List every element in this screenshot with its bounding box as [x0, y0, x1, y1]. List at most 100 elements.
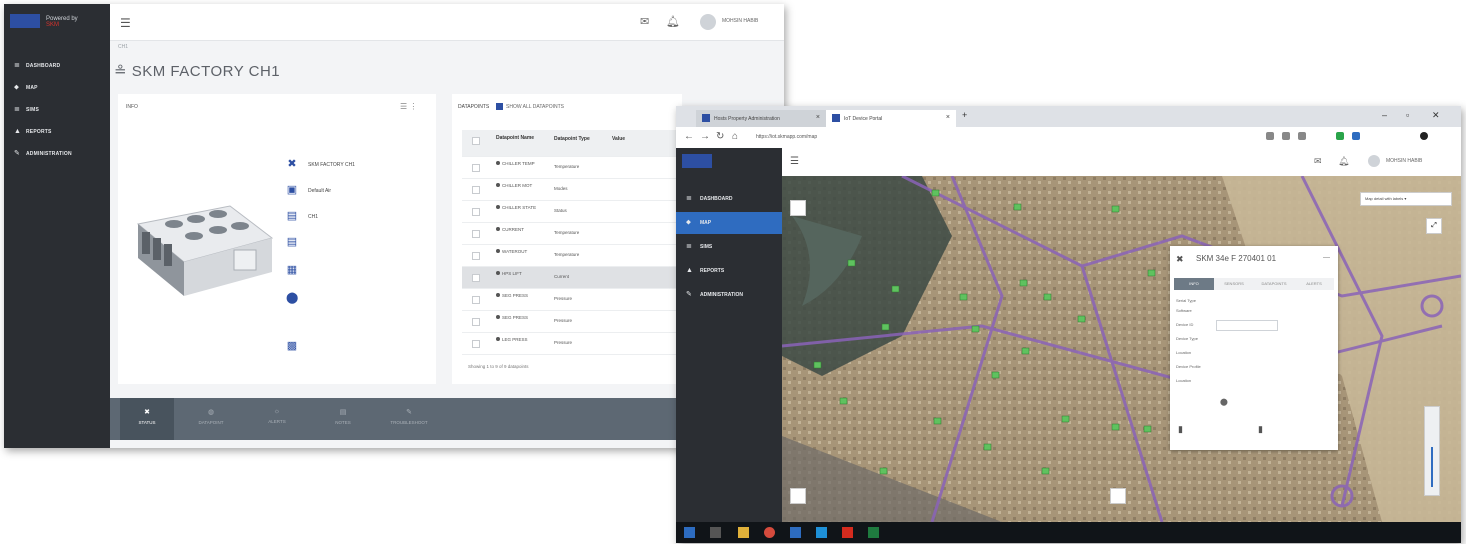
table-row[interactable]: WATEROUT Temperature — [462, 245, 682, 267]
file-explorer-icon[interactable] — [738, 527, 749, 538]
fullscreen-icon[interactable]: ⤢ — [1426, 218, 1442, 234]
extension-icon[interactable] — [1266, 132, 1274, 140]
popup-tab-sensors[interactable]: SENSORS — [1214, 278, 1254, 290]
sensor-card: ▮ — [1178, 420, 1244, 442]
nav-map[interactable]: ⬥ MAP — [676, 212, 782, 234]
back-icon[interactable]: ← — [684, 131, 694, 142]
chrome-icon[interactable] — [764, 527, 775, 538]
url-input[interactable]: https://iot.skmapp.com/map — [756, 134, 817, 140]
table-row-selected[interactable]: HPS LIFT Current — [462, 267, 682, 289]
tab-datapoint[interactable]: ◍ DATAPOINT — [184, 398, 238, 440]
nav-map[interactable]: ⬥ MAP — [4, 78, 110, 98]
satellite-map[interactable]: Map detail with labels ▾ ⤢ ✖ SKM 34e F 2… — [782, 176, 1461, 522]
row-checkbox[interactable] — [472, 296, 480, 304]
map-icon: ⬥ — [686, 219, 691, 226]
map-type-select[interactable]: Map detail with labels ▾ — [1360, 192, 1452, 206]
bell-icon[interactable]: 🔔︎ — [1338, 156, 1349, 167]
close-tab-icon[interactable]: × — [946, 114, 950, 121]
table-row[interactable]: CHILLER TEMP Temperature — [462, 157, 682, 179]
popup-row: Location — [1176, 350, 1192, 355]
task-view-icon[interactable] — [710, 527, 721, 538]
table-row[interactable]: LEG PRESS Pressure — [462, 333, 682, 355]
menu-icon[interactable]: ☰ — [120, 16, 131, 30]
popup-close-icon[interactable]: — — [1323, 254, 1330, 261]
avatar[interactable] — [1368, 155, 1380, 167]
browser-chrome: Hosts Property Administration × IoT Devic… — [676, 106, 1461, 148]
info-card-header: INFO — [126, 104, 138, 110]
device-icon: ✖ — [1176, 254, 1184, 264]
map-layers-icon[interactable] — [790, 200, 806, 216]
row-checkbox[interactable] — [472, 208, 480, 216]
nav-administration[interactable]: ✎ ADMINISTRATION — [4, 144, 110, 164]
reports-icon: ▲ — [14, 128, 22, 135]
favicon-icon — [832, 114, 840, 122]
row-checkbox[interactable] — [472, 230, 480, 238]
extension-icon[interactable] — [1352, 132, 1360, 140]
page-title: ≗ SKM FACTORY CH1 — [114, 63, 281, 80]
profile-icon[interactable] — [1420, 132, 1428, 140]
reload-icon[interactable]: ↻ — [716, 131, 724, 142]
show-all-checkbox[interactable] — [496, 103, 503, 110]
nav-reports[interactable]: ▲ REPORTS — [4, 122, 110, 142]
extension-icon[interactable] — [1298, 132, 1306, 140]
row-checkbox[interactable] — [472, 274, 480, 282]
menu-icon[interactable]: ☰ — [790, 156, 799, 167]
close-window-icon[interactable]: ✕ — [1432, 110, 1440, 121]
outlook-icon[interactable] — [790, 527, 801, 538]
popup-title: SKM 34e F 270401 01 — [1196, 254, 1277, 263]
edge-icon[interactable] — [816, 527, 827, 538]
acrobat-icon[interactable] — [842, 527, 853, 538]
location-pin-icon[interactable]: ⬤ — [1220, 398, 1228, 406]
mail-icon[interactable]: ✉ — [1314, 156, 1322, 167]
row-checkbox[interactable] — [472, 186, 480, 194]
table-row[interactable]: SEG PRESS Pressure — [462, 311, 682, 333]
tab-status[interactable]: ✖ STATUS — [120, 398, 174, 440]
table-row[interactable]: SEG PRESS Pressure — [462, 289, 682, 311]
start-icon[interactable] — [684, 527, 695, 538]
table-footer: Showing 1 to 9 of 9 datapoints — [468, 364, 529, 369]
select-all-checkbox[interactable] — [472, 137, 480, 145]
zoom-slider[interactable] — [1424, 406, 1440, 496]
table-row[interactable]: CHILLER MOT Modes — [462, 179, 682, 201]
mail-icon[interactable]: ✉ — [640, 15, 649, 28]
bell-icon[interactable]: 🔔︎ — [666, 15, 680, 28]
popup-tab-info[interactable]: INFO — [1174, 278, 1214, 290]
popup-tab-alerts[interactable]: ALERTS — [1294, 278, 1334, 290]
extension-icon[interactable] — [1336, 132, 1344, 140]
table-row[interactable]: CURRENT Temperature — [462, 223, 682, 245]
nav-dashboard[interactable]: ≣ DASHBOARD — [4, 56, 110, 76]
nav-reports[interactable]: ▲ REPORTS — [676, 260, 782, 282]
forward-icon[interactable]: → — [700, 131, 710, 142]
new-tab-icon[interactable]: + — [962, 110, 967, 120]
card-tools-icon[interactable]: ☰ ⋮ — [400, 102, 417, 111]
browser-tab-1[interactable]: Hosts Property Administration × — [696, 110, 826, 127]
tab-alerts[interactable]: ☼ ALERTS — [250, 398, 304, 440]
nav-dashboard[interactable]: ≣ DASHBOARD — [676, 188, 782, 210]
breadcrumb[interactable]: CH1 — [118, 44, 128, 50]
row-checkbox[interactable] — [472, 318, 480, 326]
extension-icon[interactable] — [1282, 132, 1290, 140]
popup-tabs: INFO SENSORS DATAPOINTS ALERTS — [1174, 278, 1334, 290]
user-menu[interactable]: MOHSIN HABIB — [700, 12, 780, 32]
browser-tab-2[interactable]: IoT Device Portal × — [826, 110, 956, 127]
street-view-icon[interactable] — [790, 488, 806, 504]
search-map-icon[interactable] — [1110, 488, 1126, 504]
sims-icon: ≣ — [686, 243, 692, 250]
nav-sims[interactable]: ≣ SIMS — [4, 100, 110, 120]
tab-troubleshoot[interactable]: ✎ TROUBLESHOOT — [382, 398, 436, 440]
zoom-level-fill — [1431, 447, 1433, 487]
minimize-icon[interactable]: – — [1382, 110, 1387, 120]
row-checkbox[interactable] — [472, 340, 480, 348]
excel-icon[interactable] — [868, 527, 879, 538]
row-checkbox[interactable] — [472, 164, 480, 172]
tab-notes[interactable]: ▤ NOTES — [316, 398, 370, 440]
nav-administration[interactable]: ✎ ADMINISTRATION — [676, 284, 782, 306]
table-row[interactable]: CHILLER STATE Status — [462, 201, 682, 223]
device-id-field[interactable] — [1216, 320, 1278, 331]
row-checkbox[interactable] — [472, 252, 480, 260]
popup-tab-datapoints[interactable]: DATAPOINTS — [1254, 278, 1294, 290]
home-icon[interactable]: ⌂ — [732, 131, 738, 142]
close-tab-icon[interactable]: × — [816, 114, 820, 121]
nav-sims[interactable]: ≣ SIMS — [676, 236, 782, 258]
maximize-icon[interactable]: ▫ — [1406, 110, 1409, 120]
